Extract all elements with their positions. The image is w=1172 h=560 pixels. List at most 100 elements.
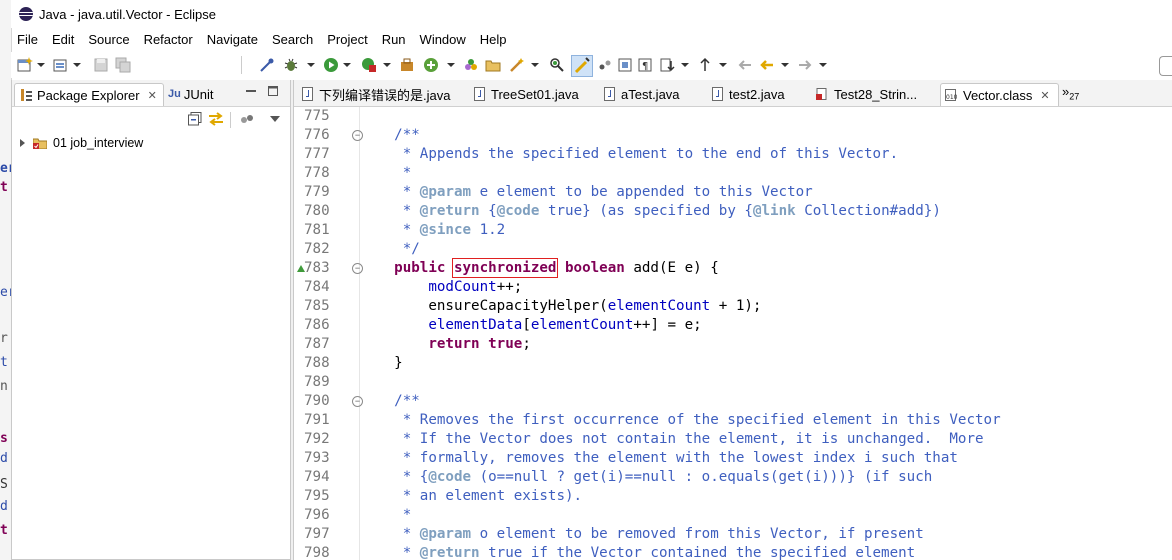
java-project-icon <box>33 138 47 149</box>
code-line[interactable]: ensureCapacityHelper(elementCount + 1); <box>360 297 1172 316</box>
menu-run[interactable]: Run <box>382 32 406 47</box>
close-icon[interactable]: ✕ <box>148 89 157 102</box>
next-annotation-icon[interactable] <box>659 57 675 73</box>
code-line[interactable] <box>360 107 1172 126</box>
open-task-icon[interactable] <box>549 57 565 73</box>
new-icon[interactable] <box>17 57 33 73</box>
chevron-right-icon[interactable] <box>20 139 25 147</box>
code-line[interactable]: * formally, removes the element with the… <box>360 449 1172 468</box>
tab-overflow-button[interactable]: »27 <box>1062 84 1079 102</box>
forward-icon[interactable] <box>797 57 813 73</box>
run-dropdown-arrow[interactable] <box>343 63 351 67</box>
code-line[interactable]: * Removes the first occurrence of the sp… <box>360 411 1172 430</box>
quick-access-field[interactable] <box>1159 56 1172 76</box>
back-dropdown-arrow[interactable] <box>781 63 789 67</box>
next-annotation-dropdown-arrow[interactable] <box>681 63 689 67</box>
last-edit-location-icon[interactable] <box>737 57 753 73</box>
code-line[interactable]: return true; <box>360 335 1172 354</box>
code-line[interactable]: modCount++; <box>360 278 1172 297</box>
menu-navigate[interactable]: Navigate <box>207 32 258 47</box>
mark-occurrences-icon[interactable] <box>571 55 593 77</box>
editor-tab[interactable]: 下列编译错误的是.java <box>298 83 450 105</box>
editor-tab[interactable]: aTest.java <box>600 83 680 105</box>
code-line[interactable]: /** <box>360 126 1172 145</box>
editor-tab[interactable]: TreeSet01.java <box>470 83 579 105</box>
code-editor[interactable]: /** * Appends the specified element to t… <box>294 107 1172 560</box>
code-line[interactable]: * @return true if the Vector contained t… <box>360 544 1172 560</box>
toggle-breakpoint-icon[interactable] <box>259 57 275 73</box>
code-line[interactable]: * @since 1.2 <box>360 221 1172 240</box>
save-all-icon[interactable] <box>115 57 131 73</box>
block-selection-icon[interactable] <box>617 57 633 73</box>
search-wand-icon[interactable] <box>509 57 525 73</box>
coverage-dropdown-arrow[interactable] <box>383 63 391 67</box>
search-dropdown-arrow[interactable] <box>531 63 539 67</box>
forward-dropdown-arrow[interactable] <box>819 63 827 67</box>
link-with-editor-icon[interactable] <box>208 112 224 126</box>
open-type-dropdown-arrow[interactable] <box>73 63 81 67</box>
code-token: @code <box>496 203 540 219</box>
editor-tab-active[interactable]: 010 Vector.class ✕ <box>940 83 1059 106</box>
code-line[interactable]: elementData[elementCount++] = e; <box>360 316 1172 335</box>
code-line[interactable] <box>360 373 1172 392</box>
whitespace-icon[interactable] <box>597 57 613 73</box>
menu-refactor[interactable]: Refactor <box>144 32 193 47</box>
debug-dropdown-arrow[interactable] <box>307 63 315 67</box>
coverage-icon[interactable] <box>361 57 377 73</box>
code-line[interactable]: } <box>360 354 1172 373</box>
tab-package-explorer[interactable]: Package Explorer ✕ <box>14 83 164 106</box>
code-token: o element to be removed from this Vector… <box>471 526 924 542</box>
code-line[interactable]: * @param o element to be removed from th… <box>360 525 1172 544</box>
code-token: * <box>360 165 412 181</box>
menu-project[interactable]: Project <box>327 32 367 47</box>
open-type-icon[interactable] <box>53 57 69 73</box>
show-whitespace-icon[interactable]: ¶ <box>637 57 653 73</box>
tab-junit[interactable]: Ju JUnit <box>168 83 213 105</box>
code-line[interactable]: */ <box>360 240 1172 259</box>
code-line[interactable]: * <box>360 164 1172 183</box>
menu-search[interactable]: Search <box>272 32 313 47</box>
line-number: 788 <box>304 355 330 371</box>
editor-tab[interactable]: Test28_Strin... <box>812 83 917 105</box>
editor-tab[interactable]: test2.java <box>708 83 785 105</box>
code-line[interactable]: * Appends the specified element to the e… <box>360 145 1172 164</box>
code-line[interactable]: * @param e element to be appended to thi… <box>360 183 1172 202</box>
close-icon[interactable]: ✕ <box>1040 89 1049 102</box>
minimize-icon[interactable] <box>246 86 256 96</box>
menu-window[interactable]: Window <box>420 32 466 47</box>
new-java-project-icon[interactable] <box>423 57 439 73</box>
override-marker-icon[interactable] <box>297 265 305 272</box>
fold-collapse-icon[interactable]: − <box>352 396 363 407</box>
code-text[interactable]: /** * Appends the specified element to t… <box>360 107 1172 560</box>
menu-help[interactable]: Help <box>480 32 507 47</box>
maximize-icon[interactable] <box>268 86 278 96</box>
new-package-icon[interactable] <box>463 57 479 73</box>
focus-icon[interactable] <box>240 112 254 126</box>
collapse-all-icon[interactable] <box>188 112 202 126</box>
code-line[interactable]: * @return {@code true} (as specified by … <box>360 202 1172 221</box>
debug-icon[interactable] <box>283 57 299 73</box>
tree-item[interactable]: 01 job_interview <box>12 133 290 153</box>
back-icon[interactable] <box>759 57 775 73</box>
fold-collapse-icon[interactable]: − <box>352 130 363 141</box>
previous-annotation-dropdown-arrow[interactable] <box>719 63 727 67</box>
run-icon[interactable] <box>323 57 339 73</box>
code-line[interactable]: /** <box>360 392 1172 411</box>
menu-file[interactable]: File <box>17 32 38 47</box>
new-dropdown-arrow[interactable] <box>37 63 45 67</box>
save-icon[interactable] <box>93 57 109 73</box>
menu-source[interactable]: Source <box>88 32 129 47</box>
fold-collapse-icon[interactable]: − <box>352 263 363 274</box>
code-line[interactable]: * <box>360 506 1172 525</box>
view-menu-icon[interactable] <box>270 116 280 122</box>
menu-edit[interactable]: Edit <box>52 32 74 47</box>
code-line[interactable]: * an element exists). <box>360 487 1172 506</box>
code-line[interactable]: public synchronized boolean add(E e) { <box>360 258 1172 278</box>
previous-annotation-icon[interactable] <box>697 57 713 73</box>
new-dropdown-arrow-2[interactable] <box>447 63 455 67</box>
code-line[interactable]: * {@code (o==null ? get(i)==null : o.equ… <box>360 468 1172 487</box>
external-tools-icon[interactable] <box>399 57 415 73</box>
bg-fragment: d <box>0 500 8 514</box>
code-line[interactable]: * If the Vector does not contain the ele… <box>360 430 1172 449</box>
open-folder-icon[interactable] <box>485 57 501 73</box>
